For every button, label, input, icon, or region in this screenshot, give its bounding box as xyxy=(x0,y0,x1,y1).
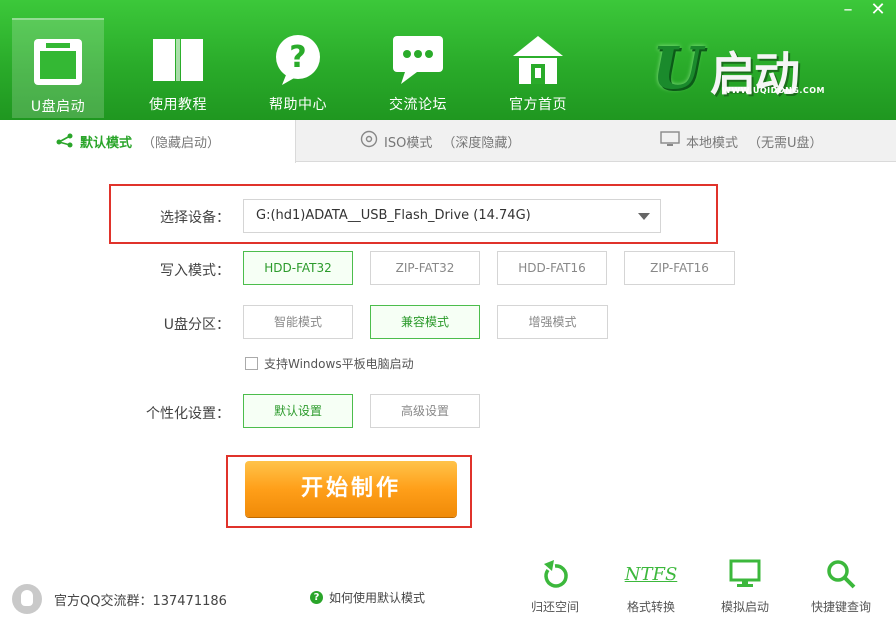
usb-window-icon xyxy=(30,34,86,90)
tool-format-convert[interactable]: NTFS 格式转换 xyxy=(616,556,686,615)
question-icon: ? xyxy=(310,591,323,604)
write-option-hdd-fat32[interactable]: HDD-FAT32 xyxy=(243,251,353,285)
book-icon xyxy=(150,32,206,88)
chat-bubble-icon xyxy=(390,32,446,88)
write-option-zip-fat16[interactable]: ZIP-FAT16 xyxy=(624,251,735,285)
home-icon xyxy=(510,32,566,88)
nav-label: 使用教程 xyxy=(149,97,207,113)
chevron-down-icon[interactable] xyxy=(638,213,650,220)
write-option-hdd-fat16[interactable]: HDD-FAT16 xyxy=(497,251,607,285)
ntfs-icon: NTFS xyxy=(625,556,678,592)
logo-mark: U xyxy=(652,34,703,102)
logo-url: WWW.UQIDONG.COM xyxy=(722,86,826,95)
help-bubble-icon: ? xyxy=(270,32,326,88)
qq-group-text: 官方QQ交流群：137471186 xyxy=(54,593,227,609)
write-option-zip-fat32[interactable]: ZIP-FAT32 xyxy=(370,251,480,285)
svg-text:?: ? xyxy=(289,40,306,75)
help-link-text: 如何使用默认模式 xyxy=(329,591,426,605)
nav-item-homepage[interactable]: 官方首页 xyxy=(478,18,598,118)
help-link[interactable]: ? 如何使用默认模式 xyxy=(310,589,425,606)
tool-label: 归还空间 xyxy=(530,600,579,614)
search-icon xyxy=(826,556,856,592)
personal-option-advanced[interactable]: 高级设置 xyxy=(370,394,480,428)
tool-restore-space[interactable]: 归还空间 xyxy=(520,556,590,615)
tab-sublabel: （隐藏启动） xyxy=(142,136,221,151)
monitor-icon xyxy=(729,556,761,592)
restore-icon xyxy=(540,556,570,592)
window-controls: – ✕ xyxy=(836,0,890,22)
write-mode-label: 写入模式： xyxy=(160,263,230,279)
tool-hotkey-lookup[interactable]: 快捷键查询 xyxy=(806,556,876,615)
nav-item-usb-boot[interactable]: U盘启动 xyxy=(12,18,104,118)
disc-icon xyxy=(360,130,378,152)
tab-label: 默认模式 xyxy=(80,136,133,151)
mode-tabs: 默认模式 （隐藏启动） ISO模式 （深度隐藏） 本地模式 （无需U盘） xyxy=(0,120,896,163)
nav-item-tutorial[interactable]: 使用教程 xyxy=(118,18,238,118)
partition-option-compatible[interactable]: 兼容模式 xyxy=(370,305,480,339)
tool-label: 格式转换 xyxy=(626,600,675,614)
branch-icon xyxy=(56,132,74,152)
tab-label: 本地模式 xyxy=(686,135,739,151)
nav-item-help[interactable]: ? 帮助中心 xyxy=(238,18,358,118)
partition-option-enhanced[interactable]: 增强模式 xyxy=(497,305,608,339)
tab-local-mode[interactable]: 本地模式 （无需U盘） xyxy=(660,120,823,162)
tab-iso-mode[interactable]: ISO模式 （深度隐藏） xyxy=(360,120,520,162)
device-value: G:(hd1)ADATA__USB_Flash_Drive (14.74G) xyxy=(256,208,531,223)
ntfs-icon-text: NTFS xyxy=(624,563,678,585)
tool-label: 模拟启动 xyxy=(720,600,769,614)
nav-item-forum[interactable]: 交流论坛 xyxy=(358,18,478,118)
partition-label: U盘分区： xyxy=(163,317,230,333)
device-select[interactable]: G:(hd1)ADATA__USB_Flash_Drive (14.74G) xyxy=(243,199,661,233)
personalization-label: 个性化设置： xyxy=(146,406,230,422)
nav-label: 帮助中心 xyxy=(269,97,327,113)
tool-label: 快捷键查询 xyxy=(810,600,871,614)
tablet-boot-label: 支持Windows平板电脑启动 xyxy=(264,357,414,371)
main-nav: U盘启动 使用教程 ? 帮助中心 交流论坛 官方首页 xyxy=(12,18,598,118)
header-bar: – ✕ U盘启动 使用教程 ? 帮助中心 交流论坛 官方首页 U 启动 WWW.… xyxy=(0,0,896,120)
nav-label: 交流论坛 xyxy=(389,97,447,113)
monitor-icon xyxy=(660,131,680,151)
tool-simulate-boot[interactable]: 模拟启动 xyxy=(710,556,780,615)
nav-label: U盘启动 xyxy=(30,99,86,115)
tab-sublabel: （无需U盘） xyxy=(748,135,823,151)
qq-group-info: 官方QQ交流群：137471186 xyxy=(12,584,227,614)
tablet-boot-checkbox[interactable] xyxy=(245,357,258,370)
device-label: 选择设备： xyxy=(160,210,230,226)
start-button[interactable]: 开始制作 xyxy=(245,461,457,517)
qq-icon xyxy=(12,584,42,614)
partition-option-smart[interactable]: 智能模式 xyxy=(243,305,353,339)
tablet-boot-option[interactable]: 支持Windows平板电脑启动 xyxy=(245,355,414,372)
uqidong-logo: U 启动 WWW.UQIDONG.COM xyxy=(652,30,852,102)
minimize-button[interactable]: – xyxy=(836,0,860,22)
nav-label: 官方首页 xyxy=(509,97,567,113)
tab-sublabel: （深度隐藏） xyxy=(442,135,521,151)
tab-label: ISO模式 xyxy=(384,135,433,151)
tab-default-mode[interactable]: 默认模式 （隐藏启动） xyxy=(0,120,296,163)
personal-option-default[interactable]: 默认设置 xyxy=(243,394,353,428)
close-button[interactable]: ✕ xyxy=(866,0,890,22)
